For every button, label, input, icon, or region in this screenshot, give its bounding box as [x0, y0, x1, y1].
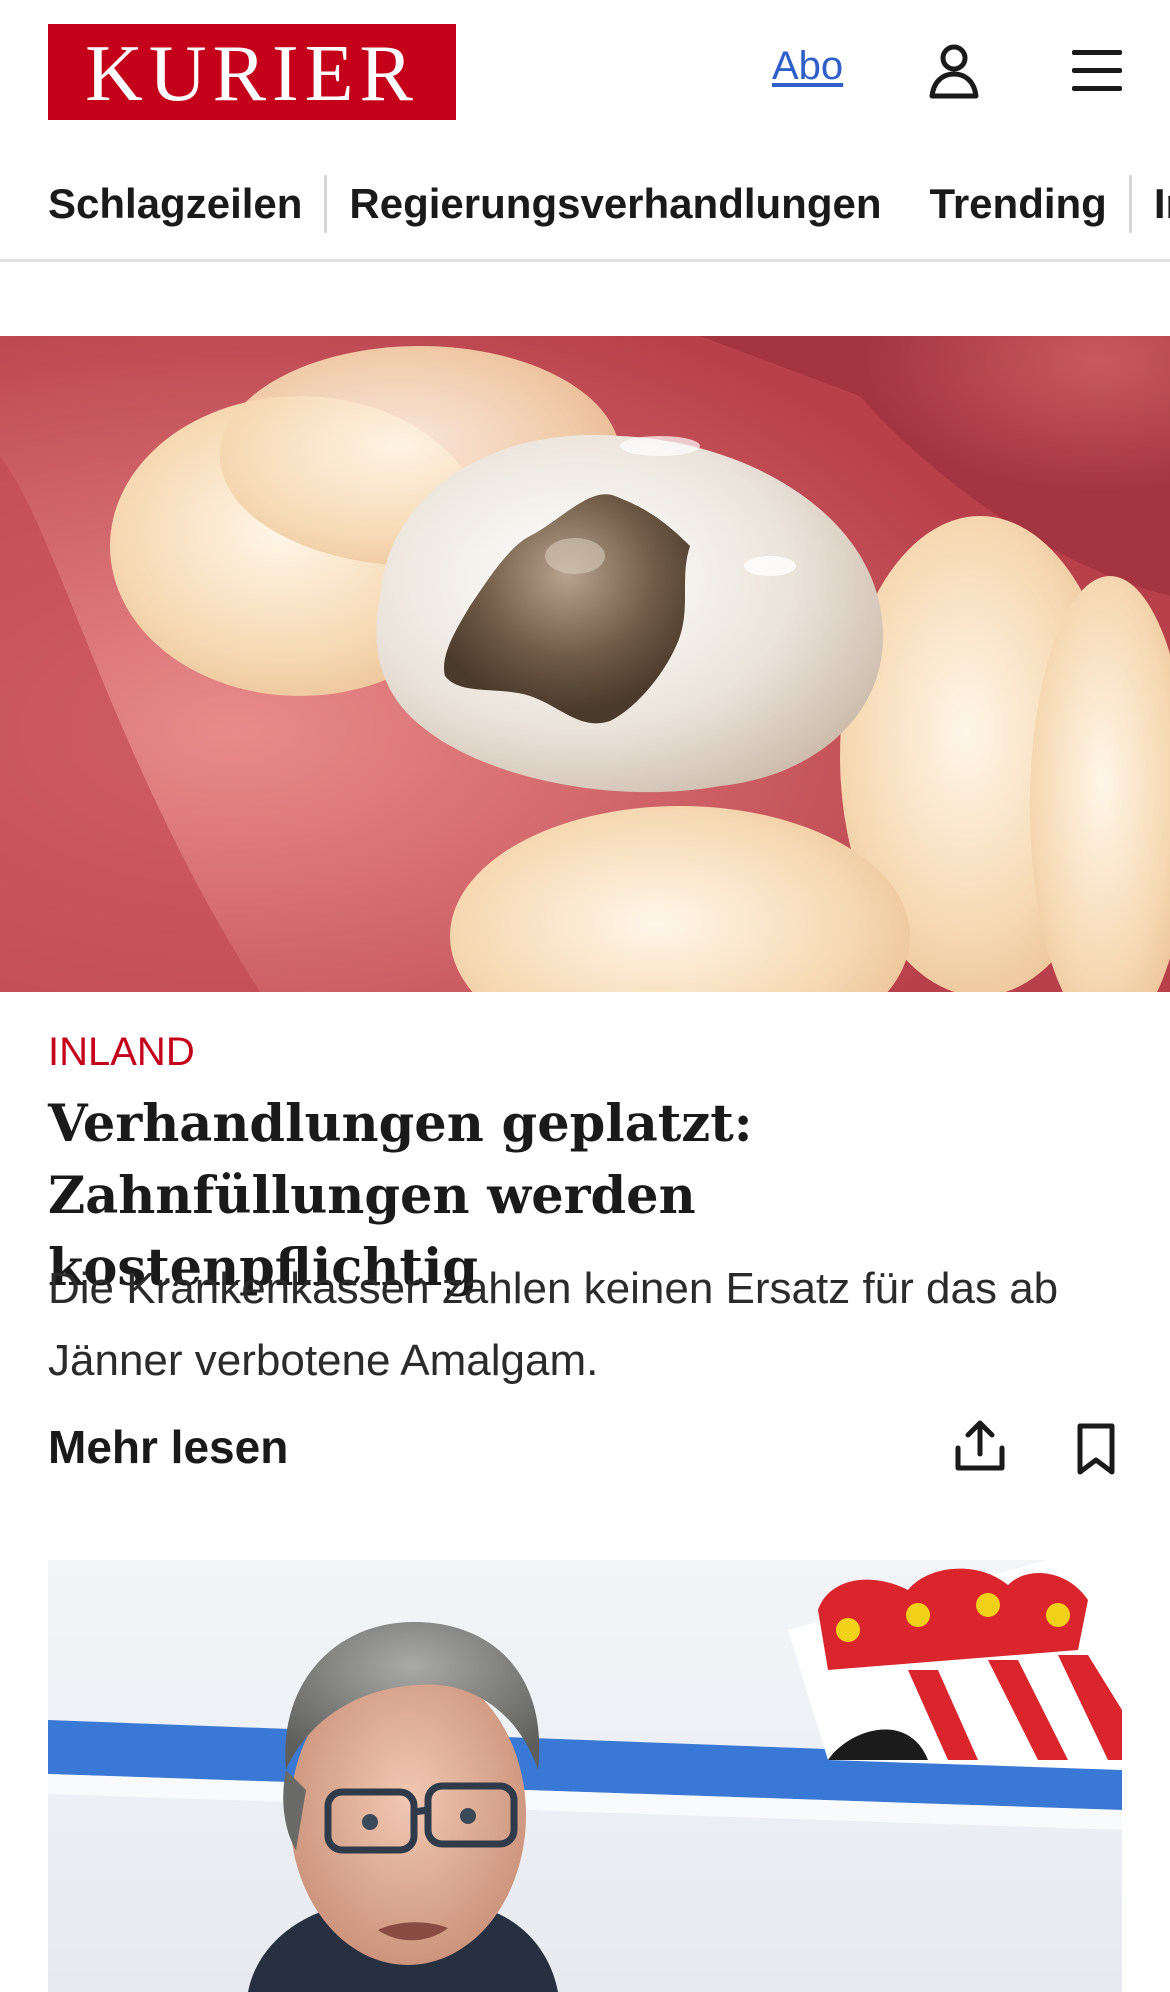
logo-text: KURIER	[85, 30, 419, 118]
share-button[interactable]	[952, 1418, 1008, 1474]
article-category[interactable]: INLAND	[48, 1030, 195, 1075]
nav-divider	[324, 175, 328, 233]
menu-button[interactable]	[1070, 42, 1126, 98]
user-icon	[929, 44, 979, 99]
nav-tab-schlagzeilen[interactable]: Schlagzeilen	[48, 180, 302, 228]
article-hero-image[interactable]	[0, 336, 1170, 992]
abo-link[interactable]: Abo	[772, 44, 843, 89]
nav-tab-inland[interactable]: Inla	[1154, 180, 1170, 228]
user-account-button[interactable]	[924, 40, 984, 100]
hamburger-menu-icon	[1072, 50, 1122, 91]
share-icon	[955, 1420, 1005, 1471]
nav-divider	[1128, 175, 1132, 233]
read-more-link[interactable]: Mehr lesen	[48, 1420, 288, 1474]
article-teaser: Die Krankenkassen zahlen keinen Ersatz f…	[48, 1264, 1059, 1385]
nav-tab-trending[interactable]: Trending	[930, 180, 1107, 228]
article-image-2[interactable]	[48, 1560, 1122, 1992]
section-navigation: Schlagzeilen Regierungsverhandlungen Tre…	[0, 166, 1170, 262]
nav-tab-regierungsverhandlungen[interactable]: Regierungsverhandlungen	[349, 180, 881, 228]
kurier-logo[interactable]: KURIER	[48, 24, 456, 120]
bookmark-icon	[1077, 1423, 1115, 1475]
site-header: KURIER Abo	[0, 0, 1170, 145]
bookmark-button[interactable]	[1068, 1420, 1124, 1476]
